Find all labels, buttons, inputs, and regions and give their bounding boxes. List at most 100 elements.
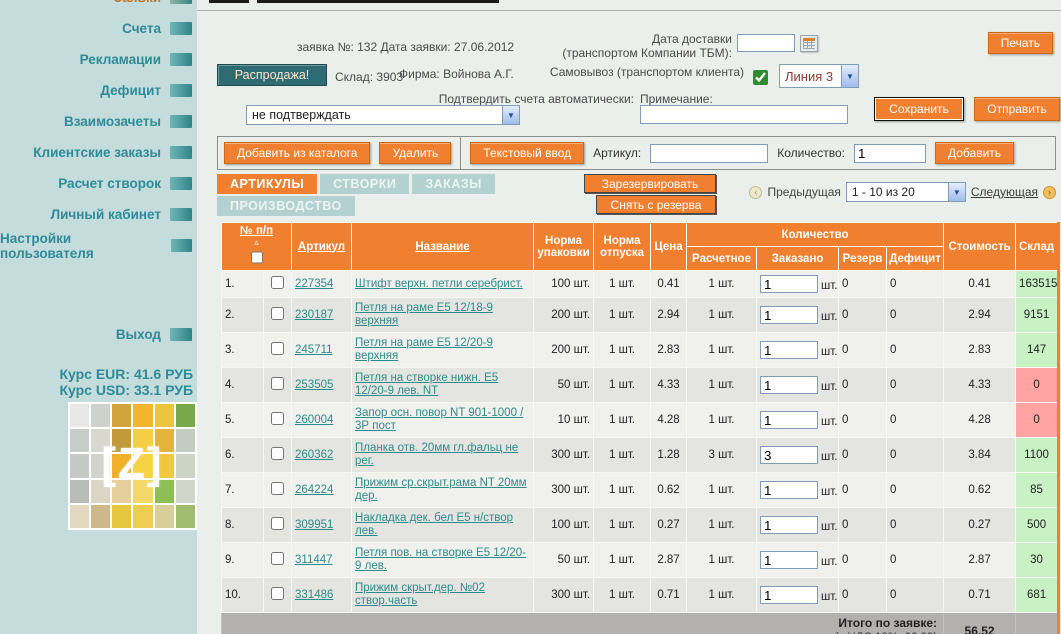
confirm-invoices-select[interactable]: не подтверждать ▼ [246, 105, 520, 125]
product-name-link[interactable]: Петля на створке нижн. Е5 12/20-9 лев. N… [355, 372, 498, 397]
stock-badge: 163515 [1016, 271, 1059, 298]
product-name-link[interactable]: Штифт верхн. петли серебрист. [355, 278, 523, 290]
sidebar-item[interactable]: Взаимозачеты [0, 106, 197, 137]
quantity-input[interactable] [854, 144, 926, 163]
ordered-quantity-input[interactable] [760, 551, 818, 569]
product-name-link[interactable]: Прижим ср.скрыт.рама NT 20мм дер. [355, 477, 526, 502]
article-link[interactable]: 245711 [295, 344, 333, 356]
menu-bullet-icon [170, 146, 192, 159]
row-checkbox[interactable] [271, 412, 284, 425]
chevron-down-icon: ▼ [502, 106, 519, 124]
row-checkbox[interactable] [271, 482, 284, 495]
note-input[interactable] [640, 105, 848, 124]
article-label: Артикул: [593, 146, 641, 160]
currency-rates: Курс EUR: 41.6 РУБ Курс USD: 33.1 РУБ [0, 366, 197, 398]
article-link[interactable]: 253505 [295, 379, 333, 391]
sidebar-item[interactable]: Счета [0, 13, 197, 44]
sidebar-item[interactable]: Расчет створок [0, 168, 197, 199]
row-checkbox[interactable] [271, 276, 284, 289]
article-link[interactable]: 227354 [295, 278, 333, 290]
product-name-link[interactable]: Планка отв. 20мм гл.фальц не рег. [355, 442, 518, 467]
save-button[interactable]: Сохранить [874, 97, 964, 121]
product-name-link[interactable]: Запор осн. повор NT 901-1000 / 3Р пост [355, 407, 523, 432]
product-name-link[interactable]: Прижим скрыт.дер. №02 створ.часть [355, 582, 485, 607]
sidebar-item[interactable]: Клиентские заказы [0, 137, 197, 168]
ordered-quantity-input[interactable] [760, 516, 818, 534]
pickup-checkbox[interactable] [753, 70, 768, 85]
row-checkbox[interactable] [271, 307, 284, 320]
sidebar-item[interactable]: Дефицит [0, 75, 197, 106]
sidebar-item[interactable]: Личный кабинет [0, 199, 197, 230]
sidebar-menu: Счета Рекламации Дефицит Взаимозачеты [0, 13, 197, 261]
product-name-link[interactable]: Накладка дек. бел Е5 н/створ лев. [355, 512, 513, 537]
print-button[interactable]: Печать [988, 32, 1053, 54]
add-from-catalog-button[interactable]: Добавить из каталога [224, 142, 370, 164]
article-link[interactable]: 260362 [295, 449, 333, 461]
article-input[interactable] [650, 144, 768, 163]
sidebar-item-label: Рекламации [80, 52, 161, 67]
article-link[interactable]: 309951 [295, 519, 333, 531]
tab-production[interactable]: ПРОИЗВОДСТВО [217, 196, 355, 216]
next-page-link[interactable]: Следующая [971, 185, 1038, 199]
page-range-select[interactable]: 1 - 10 из 20 ▼ [846, 182, 966, 202]
ordered-quantity-input[interactable] [760, 481, 818, 499]
delivery-date-input[interactable] [737, 34, 795, 52]
article-link[interactable]: 331486 [295, 589, 333, 601]
sale-button[interactable]: Распродажа! [217, 64, 327, 86]
table-row: 2. 230187 Петля на раме Е5 12/18-9 верхн… [222, 298, 1059, 333]
ordered-quantity-input[interactable] [760, 411, 818, 429]
menu-bullet-icon [170, 177, 192, 190]
article-link[interactable]: 311447 [295, 554, 333, 566]
article-link[interactable]: 260004 [295, 414, 333, 426]
tab-articles[interactable]: АРТИКУЛЫ [217, 174, 317, 194]
ordered-quantity-input[interactable] [760, 341, 818, 359]
delete-button[interactable]: Удалить [379, 142, 451, 164]
sidebar: Заявки Счета Рекламации Дефицит [0, 0, 197, 634]
ordered-quantity-input[interactable] [760, 446, 818, 464]
tab-sashes[interactable]: СТВОРКИ [320, 174, 409, 194]
unreserve-button[interactable]: Снять с резерва [596, 195, 716, 214]
next-page-icon[interactable]: › [1043, 186, 1056, 199]
rate-eur: Курс EUR: 41.6 РУБ [0, 366, 193, 382]
prev-page-icon[interactable]: ‹ [749, 186, 762, 199]
row-checkbox[interactable] [271, 517, 284, 530]
ordered-quantity-input[interactable] [760, 306, 818, 324]
sort-name-link[interactable]: Название [415, 241, 469, 253]
line-select[interactable]: Линия 3 ▼ [779, 64, 859, 88]
ordered-quantity-input[interactable] [760, 376, 818, 394]
table-row: 7. 264224 Прижим ср.скрыт.рама NT 20мм д… [222, 473, 1059, 508]
article-link[interactable]: 264224 [295, 484, 333, 496]
row-checkbox[interactable] [271, 377, 284, 390]
text-input-button[interactable]: Текстовый ввод [470, 142, 584, 164]
row-checkbox[interactable] [271, 447, 284, 460]
sidebar-item[interactable]: Рекламации [0, 44, 197, 75]
sort-num-link[interactable]: № п/п [240, 225, 273, 237]
sort-article-link[interactable]: Артикул [298, 241, 345, 253]
calendar-icon[interactable] [800, 35, 818, 52]
product-name-link[interactable]: Петля на раме Е5 12/18-9 верхняя [355, 302, 493, 327]
tab-orders[interactable]: ЗАКАЗЫ [412, 174, 495, 194]
product-name-link[interactable]: Петля пов. на створке Е5 12/20-9 лев. [355, 547, 526, 572]
row-checkbox[interactable] [271, 552, 284, 565]
sidebar-item-label: Счета [122, 21, 161, 36]
product-name-link[interactable]: Петля на раме Е5 12/20-9 верхняя [355, 337, 493, 362]
column-header-reserve: Резерв [839, 247, 887, 271]
sidebar-item[interactable]: Настройки пользователя [0, 230, 197, 261]
send-button[interactable]: Отправить [974, 97, 1060, 121]
ordered-quantity-input[interactable] [760, 586, 818, 604]
ordered-quantity-input[interactable] [760, 275, 818, 293]
sidebar-item-exit[interactable]: Выход [0, 319, 197, 350]
chevron-down-icon: ▼ [841, 65, 858, 87]
items-table: № п/п ▵ Артикул Название Норма упаковки … [221, 222, 1060, 634]
table-row: 6. 260362 Планка отв. 20мм гл.фальц не р… [222, 438, 1059, 473]
sidebar-item-zayavki[interactable]: Заявки [0, 0, 197, 13]
warehouse-text: Склад: 3903 [335, 70, 403, 84]
table-row: 9. 311447 Петля пов. на створке Е5 12/20… [222, 543, 1059, 578]
main-content: заявка №: 132 Дата заявки: 27.06.2012 Да… [197, 0, 1061, 634]
select-all-checkbox[interactable] [251, 250, 263, 265]
reserve-button[interactable]: Зарезервировать [584, 174, 716, 193]
row-checkbox[interactable] [271, 342, 284, 355]
article-link[interactable]: 230187 [295, 309, 333, 321]
row-checkbox[interactable] [271, 587, 284, 600]
add-button[interactable]: Добавить [935, 142, 1014, 164]
